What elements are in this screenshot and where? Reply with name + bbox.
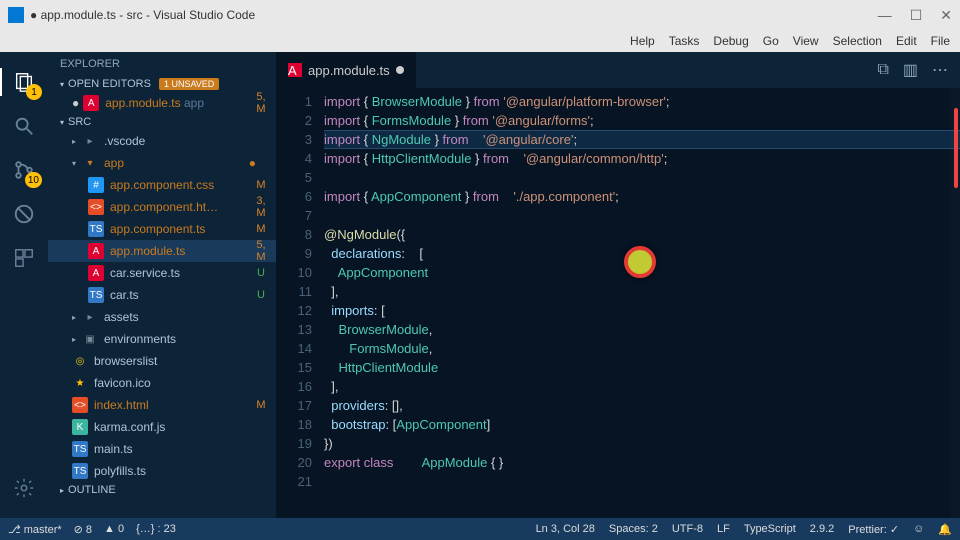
tree-item[interactable]: ▸▸.vscode bbox=[48, 130, 276, 152]
menubar: Help Tasks Debug Go View Selection Edit … bbox=[0, 30, 960, 52]
html-icon: <> bbox=[72, 397, 88, 413]
ng-icon: A bbox=[88, 265, 104, 281]
explorer-title: EXPLORER bbox=[48, 52, 276, 76]
vscode-icon bbox=[8, 7, 24, 23]
tree-item[interactable]: <>index.htmlM bbox=[48, 394, 276, 416]
tab-bar: A app.module.ts ⧉ ▥ ⋯ bbox=[276, 52, 960, 88]
tree-item[interactable]: ★favicon.ico bbox=[48, 372, 276, 394]
ts-icon: TS bbox=[88, 221, 104, 237]
ng-icon: A bbox=[88, 243, 104, 259]
menu-selection[interactable]: Selection bbox=[833, 34, 882, 48]
activity-bar: 1 10 bbox=[0, 52, 48, 518]
tree-item[interactable]: ▾▾app● bbox=[48, 152, 276, 174]
menu-go[interactable]: Go bbox=[763, 34, 779, 48]
chrome-icon: ◎ bbox=[72, 353, 88, 369]
open-editor-item[interactable]: ● A app.module.ts app 5, M bbox=[48, 92, 276, 114]
ts-icon: TS bbox=[88, 287, 104, 303]
folder-open-icon: ▾ bbox=[82, 155, 98, 171]
prettier-indicator[interactable]: Prettier: ✓ bbox=[848, 523, 899, 536]
encoding-indicator[interactable]: UTF-8 bbox=[672, 523, 703, 535]
sidebar: EXPLORER ▾OPEN EDITORS1 UNSAVED ● A app.… bbox=[48, 52, 276, 518]
tree-item[interactable]: Acar.service.tsU bbox=[48, 262, 276, 284]
folder-icon: ▸ bbox=[82, 133, 98, 149]
angular-icon: A bbox=[83, 95, 99, 111]
scm-icon[interactable]: 10 bbox=[10, 156, 38, 184]
ts-icon: TS bbox=[72, 463, 88, 479]
more-icon[interactable]: ⋯ bbox=[932, 60, 948, 80]
tab-app-module[interactable]: A app.module.ts bbox=[276, 52, 417, 88]
menu-edit[interactable]: Edit bbox=[896, 34, 917, 48]
code-area[interactable]: 123456789101112131415161718192021 import… bbox=[276, 88, 960, 518]
html-icon: <> bbox=[88, 199, 104, 215]
unsaved-badge: 1 UNSAVED bbox=[159, 78, 219, 90]
tree-item[interactable]: ◎browserslist bbox=[48, 350, 276, 372]
line-gutter: 123456789101112131415161718192021 bbox=[276, 88, 324, 518]
cursor-position[interactable]: Ln 3, Col 28 bbox=[536, 523, 595, 535]
tree-item[interactable]: ▸▸assets bbox=[48, 306, 276, 328]
titlebar: ● app.module.ts - src - Visual Studio Co… bbox=[0, 0, 960, 30]
cursor-highlight-icon bbox=[624, 246, 656, 278]
explorer-badge: 1 bbox=[26, 84, 42, 100]
debug-icon[interactable] bbox=[10, 200, 38, 228]
menu-file[interactable]: File bbox=[931, 34, 950, 48]
tree-item[interactable]: #app.component.cssM bbox=[48, 174, 276, 196]
open-editors-header[interactable]: ▾OPEN EDITORS1 UNSAVED bbox=[48, 76, 276, 92]
warnings-indicator[interactable]: ▲ 0 bbox=[104, 523, 124, 535]
indent-indicator[interactable]: Spaces: 2 bbox=[609, 523, 658, 535]
settings-icon[interactable] bbox=[10, 474, 38, 502]
maximize-icon[interactable]: ☐ bbox=[910, 7, 923, 24]
notifications-icon[interactable]: 🔔 bbox=[938, 523, 952, 536]
tree-item[interactable]: TSmain.ts bbox=[48, 438, 276, 460]
language-indicator[interactable]: TypeScript bbox=[744, 523, 796, 535]
star-icon: ★ bbox=[72, 375, 88, 391]
minimap[interactable] bbox=[950, 88, 960, 518]
tree-item[interactable]: ▸▣environments bbox=[48, 328, 276, 350]
karma-icon: K bbox=[72, 419, 88, 435]
folder-icon: ▸ bbox=[82, 309, 98, 325]
branch-indicator[interactable]: ⎇ master* bbox=[8, 523, 62, 536]
menu-debug[interactable]: Debug bbox=[713, 34, 748, 48]
feedback-icon[interactable]: ☺ bbox=[913, 523, 924, 535]
menu-view[interactable]: View bbox=[793, 34, 819, 48]
tree-item[interactable]: <>app.component.ht…3, M bbox=[48, 196, 276, 218]
tree-item[interactable]: Kkarma.conf.js bbox=[48, 416, 276, 438]
search-icon[interactable] bbox=[10, 112, 38, 140]
code-lines[interactable]: import { BrowserModule } from '@angular/… bbox=[324, 88, 960, 518]
scm-badge: 10 bbox=[25, 172, 42, 188]
minimize-icon[interactable]: — bbox=[878, 7, 892, 24]
explorer-icon[interactable]: 1 bbox=[10, 68, 38, 96]
src-header[interactable]: ▾SRC bbox=[48, 114, 276, 130]
errors-indicator[interactable]: ⊘ 8 bbox=[74, 523, 92, 536]
info-indicator[interactable]: {…} : 23 bbox=[136, 523, 176, 535]
tree-item[interactable]: TScar.tsU bbox=[48, 284, 276, 306]
ts-icon: TS bbox=[72, 441, 88, 457]
minimap-thumb[interactable] bbox=[954, 108, 958, 188]
env-icon: ▣ bbox=[82, 331, 98, 347]
tree-item[interactable]: TSapp.component.tsM bbox=[48, 218, 276, 240]
outline-header[interactable]: ▸OUTLINE bbox=[48, 482, 276, 498]
window-title: ● app.module.ts - src - Visual Studio Co… bbox=[30, 8, 255, 22]
menu-help[interactable]: Help bbox=[630, 34, 655, 48]
tab-label: app.module.ts bbox=[308, 63, 390, 78]
split-icon[interactable]: ▥ bbox=[903, 60, 918, 80]
eol-indicator[interactable]: LF bbox=[717, 523, 730, 535]
css-icon: # bbox=[88, 177, 104, 193]
ts-version[interactable]: 2.9.2 bbox=[810, 523, 834, 535]
compare-icon[interactable]: ⧉ bbox=[877, 61, 888, 79]
editor: A app.module.ts ⧉ ▥ ⋯ 123456789101112131… bbox=[276, 52, 960, 518]
dirty-dot-icon bbox=[396, 66, 404, 74]
angular-icon: A bbox=[288, 63, 302, 77]
extensions-icon[interactable] bbox=[10, 244, 38, 272]
tree-item[interactable]: TSpolyfills.ts bbox=[48, 460, 276, 482]
close-icon[interactable]: ✕ bbox=[940, 7, 952, 24]
menu-tasks[interactable]: Tasks bbox=[669, 34, 700, 48]
status-bar: ⎇ master* ⊘ 8 ▲ 0 {…} : 23 Ln 3, Col 28 … bbox=[0, 518, 960, 540]
tree-item[interactable]: Aapp.module.ts5, M bbox=[48, 240, 276, 262]
